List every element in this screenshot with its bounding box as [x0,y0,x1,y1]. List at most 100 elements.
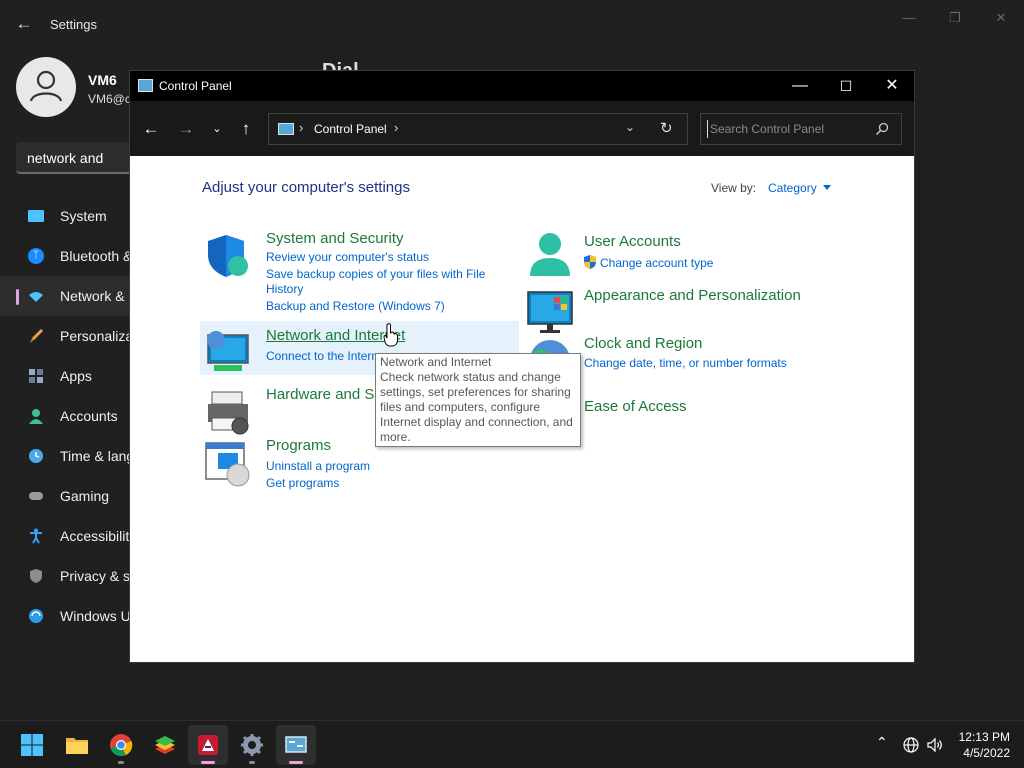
link-backup-restore[interactable]: Backup and Restore (Windows 7) [266,299,445,314]
user-icon [29,70,63,102]
address-dropdown-icon[interactable]: ⌄ [625,120,635,134]
minimize-icon[interactable]: — [899,8,919,28]
search-input[interactable] [707,120,867,138]
address-bar[interactable]: › Control Panel › ⌄ ↻ [268,113,688,145]
system-icon [28,210,44,222]
category-title[interactable]: User Accounts [584,233,681,250]
taskbar-file-explorer[interactable] [57,725,97,765]
close-button[interactable]: ✕ [869,71,915,101]
nav-label: Privacy & se [60,568,138,584]
volume-icon[interactable] [927,737,943,753]
uac-shield-icon [584,255,596,269]
clock-time[interactable]: 12:13 PM [958,730,1010,744]
breadcrumb-chevron-icon[interactable]: › [394,120,398,135]
app-icon [198,735,218,755]
clock-date[interactable]: 4/5/2022 [958,746,1010,760]
link-change-account-type[interactable]: Change account type [600,256,713,271]
nav-item-system[interactable]: System [0,196,130,236]
user-accounts-icon[interactable] [526,232,574,280]
chrome-icon [110,734,133,757]
back-arrow-icon[interactable]: ← [14,14,34,34]
settings-icon [241,734,263,756]
taskbar-app[interactable] [188,725,228,765]
nav-item-personalization[interactable]: Personaliza [0,316,134,356]
programs-icon[interactable] [204,439,252,487]
control-panel-titlebar[interactable]: Control Panel — ☐ ✕ [130,71,914,101]
page-title: Adjust your computer's settings [202,179,410,196]
forward-button[interactable]: → [175,119,197,139]
nav-label: Gaming [60,488,110,504]
category-title[interactable]: Clock and Region [584,335,702,352]
settings-nav: System ᛉ Bluetooth & Network & Personali… [0,196,138,636]
nav-item-network[interactable]: Network & [0,276,130,316]
refresh-icon[interactable]: ↻ [660,119,673,137]
shield-security-icon[interactable] [204,232,252,280]
nav-label: Network & [60,288,125,304]
taskbar-control-panel[interactable] [276,725,316,765]
nav-label: Personaliza [60,328,134,344]
minimize-button[interactable]: — [777,71,823,101]
category-system-security: System and Security Review your computer… [204,230,504,314]
tooltip: Network and Internet Check network statu… [375,353,581,447]
recent-locations-chevron-icon[interactable]: ⌄ [206,119,228,139]
link-change-date-formats[interactable]: Change date, time, or number formats [584,356,787,371]
network-icon[interactable] [204,329,252,377]
search-value: network and [27,150,104,166]
avatar[interactable] [16,57,76,117]
start-icon [21,734,43,756]
bluetooth-icon: ᛉ [28,248,44,264]
link-uninstall-program[interactable]: Uninstall a program [266,459,370,474]
nav-label: Accessibility [60,528,137,544]
view-by-dropdown[interactable]: Category [768,181,831,195]
nav-label: Apps [60,368,92,384]
link-connect-internet[interactable]: Connect to the Interne [266,349,385,364]
globe-icon[interactable] [903,737,919,753]
back-button[interactable]: ← [140,119,162,139]
link-file-history[interactable]: Save backup copies of your files with Fi… [266,267,485,282]
link-review-status[interactable]: Review your computer's status [266,250,429,265]
search-box[interactable] [700,113,902,145]
breadcrumb-chevron-icon[interactable]: › [299,120,303,135]
window-title: Control Panel [159,79,232,93]
nav-item-apps[interactable]: Apps [0,356,130,396]
navigation-toolbar: ← → ⌄ ↑ › Control Panel › ⌄ ↻ [130,101,914,156]
search-icon[interactable] [874,121,890,137]
start-button[interactable] [12,725,52,765]
category-title[interactable]: System and Security [266,230,404,247]
chevron-up-icon[interactable]: ⌃ [876,734,888,751]
nav-item-accessibility[interactable]: Accessibility [0,516,136,556]
restore-icon[interactable]: ❐ [945,8,965,28]
hand-cursor-icon [383,323,398,347]
accounts-icon [29,409,43,424]
breadcrumb[interactable]: Control Panel [314,122,387,136]
appearance-icon[interactable] [526,288,574,336]
category-title[interactable]: Hardware and S [266,386,374,403]
running-indicator [249,761,255,764]
nav-item-bluetooth[interactable]: ᛉ Bluetooth & [0,236,132,276]
link-get-programs[interactable]: Get programs [266,476,339,491]
nav-item-accounts[interactable]: Accounts [0,396,130,436]
category-title[interactable]: Appearance and Personalization [584,287,801,304]
category-title[interactable]: Ease of Access [584,398,687,415]
category-title[interactable]: Programs [266,437,331,454]
taskbar-chrome[interactable] [101,725,141,765]
category-user-accounts: User Accounts Change account type [526,232,826,282]
taskbar-settings[interactable] [232,725,272,765]
taskbar: ⌃ 12:13 PM 4/5/2022 [0,720,1024,768]
maximize-button[interactable]: ☐ [823,71,869,101]
nav-label: Windows U [60,608,131,624]
taskbar-bluestacks[interactable] [145,725,185,765]
wifi-icon [29,292,43,302]
nav-item-windows-update[interactable]: Windows U [0,596,131,636]
brush-icon [30,329,43,343]
view-by-label: View by: [711,181,757,195]
close-icon[interactable]: ✕ [991,8,1011,28]
link-file-history-cont[interactable]: History [266,282,303,297]
up-button[interactable]: ↑ [235,119,257,139]
nav-item-gaming[interactable]: Gaming [0,476,130,516]
update-icon [29,609,43,623]
nav-item-time[interactable]: Time & lang [0,436,134,476]
tooltip-body: Check network status and change settings… [380,370,573,444]
nav-item-privacy[interactable]: Privacy & se [0,556,138,596]
printer-icon[interactable] [204,388,252,436]
